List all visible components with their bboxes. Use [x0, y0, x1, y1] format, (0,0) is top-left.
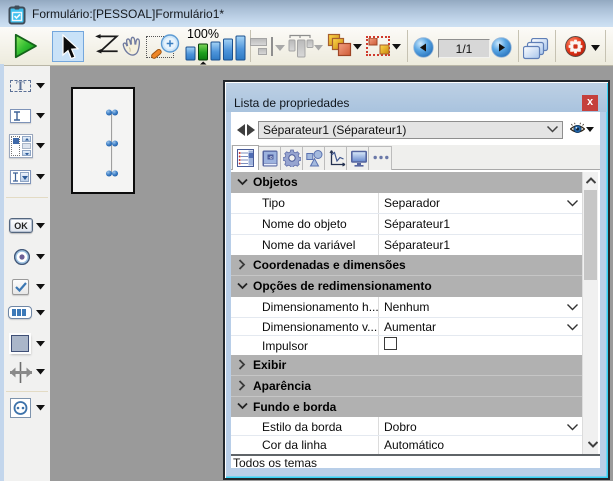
svg-text:-0: -0: [268, 155, 272, 160]
